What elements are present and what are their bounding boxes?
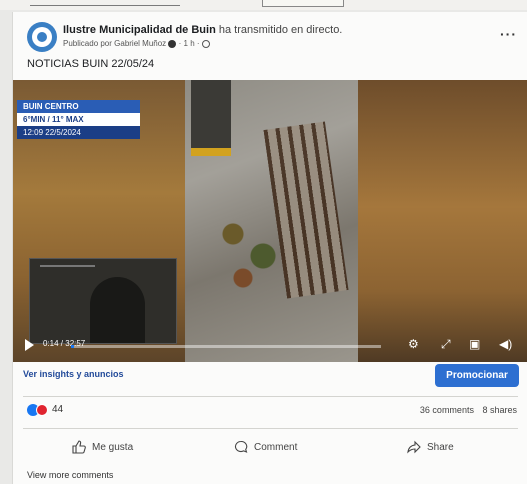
promote-button[interactable]: Promocionar [435,364,519,387]
comment-bubble-icon [234,440,248,453]
published-by: Publicado por Gabriel Muñoz [63,39,167,48]
boot-image [191,80,231,156]
video-blur-right [358,80,527,362]
divider-line [30,5,180,6]
reaction-count[interactable]: 44 [52,404,63,415]
settings-gear-icon[interactable]: ⚙ [408,337,419,351]
view-more-comments-link[interactable]: View more comments [27,470,113,480]
post-title-line: Ilustre Municipalidad de Buin ha transmi… [63,24,342,36]
timestamp-link[interactable]: 1 h [184,39,195,48]
presenter-image [90,277,145,343]
umbrella-image [40,265,95,267]
top-strip [0,0,527,10]
overlay-temps: 6°MIN / 11° MAX [17,113,140,126]
comment-button[interactable]: Comment [234,440,297,454]
pip-icon[interactable]: ▣ [469,337,480,351]
overlay-datetime: 12:09 22/5/2024 [17,126,140,139]
play-icon[interactable] [25,339,34,351]
fullscreen-icon[interactable]: ⤢ [441,337,451,352]
share-button[interactable]: Share [407,440,454,454]
shares-count-link[interactable]: 8 shares [482,405,517,415]
volume-icon[interactable]: ◀) [499,337,512,351]
post-stats: 36 comments 8 shares [414,405,517,415]
tab-fragment [262,0,344,7]
progress-fill [71,345,74,348]
like-button[interactable]: Me gusta [72,440,133,454]
progress-track[interactable] [71,345,381,348]
overlay-location: BUIN CENTRO [17,100,140,113]
video-player[interactable]: BUIN CENTRO 6°MIN / 11° MAX 12:09 22/5/2… [13,80,527,362]
info-icon [168,39,177,48]
post-text: NOTICIAS BUIN 22/05/24 [27,58,155,70]
weather-overlay: BUIN CENTRO 6°MIN / 11° MAX 12:09 22/5/2… [17,100,140,139]
post-card: Ilustre Municipalidad de Buin ha transmi… [12,12,527,484]
thumbs-up-icon [72,440,86,454]
post-action-text: ha transmitido en directo. [218,24,343,36]
love-reaction-icon[interactable] [36,404,48,416]
share-label: Share [427,441,454,453]
insights-link[interactable]: Ver insights y anuncios [23,369,124,379]
page-name-link[interactable]: Ilustre Municipalidad de Buin [63,24,216,36]
presenter-inset [29,258,177,344]
post-meta: Publicado por Gabriel Muñoz · 1 h · [63,39,210,48]
action-buttons: Me gusta Comment Share [27,440,517,460]
divider [23,396,518,397]
video-controls: 0:14 / 32:57 ⚙ ⤢ ▣ ◀) [13,335,527,362]
more-dots-icon[interactable]: ··· [500,26,517,42]
divider [23,428,518,429]
page-avatar[interactable] [27,22,57,52]
like-label: Me gusta [92,441,134,453]
comments-count-link[interactable]: 36 comments [420,405,474,415]
globe-icon [201,39,210,48]
reactions-row: 44 36 comments 8 shares [27,403,517,419]
share-arrow-icon [407,440,421,454]
post-header: Ilustre Municipalidad de Buin ha transmi… [27,22,517,54]
comment-label: Comment [254,441,298,453]
post-actions-bar: Ver insights y anuncios Promocionar [13,362,527,388]
